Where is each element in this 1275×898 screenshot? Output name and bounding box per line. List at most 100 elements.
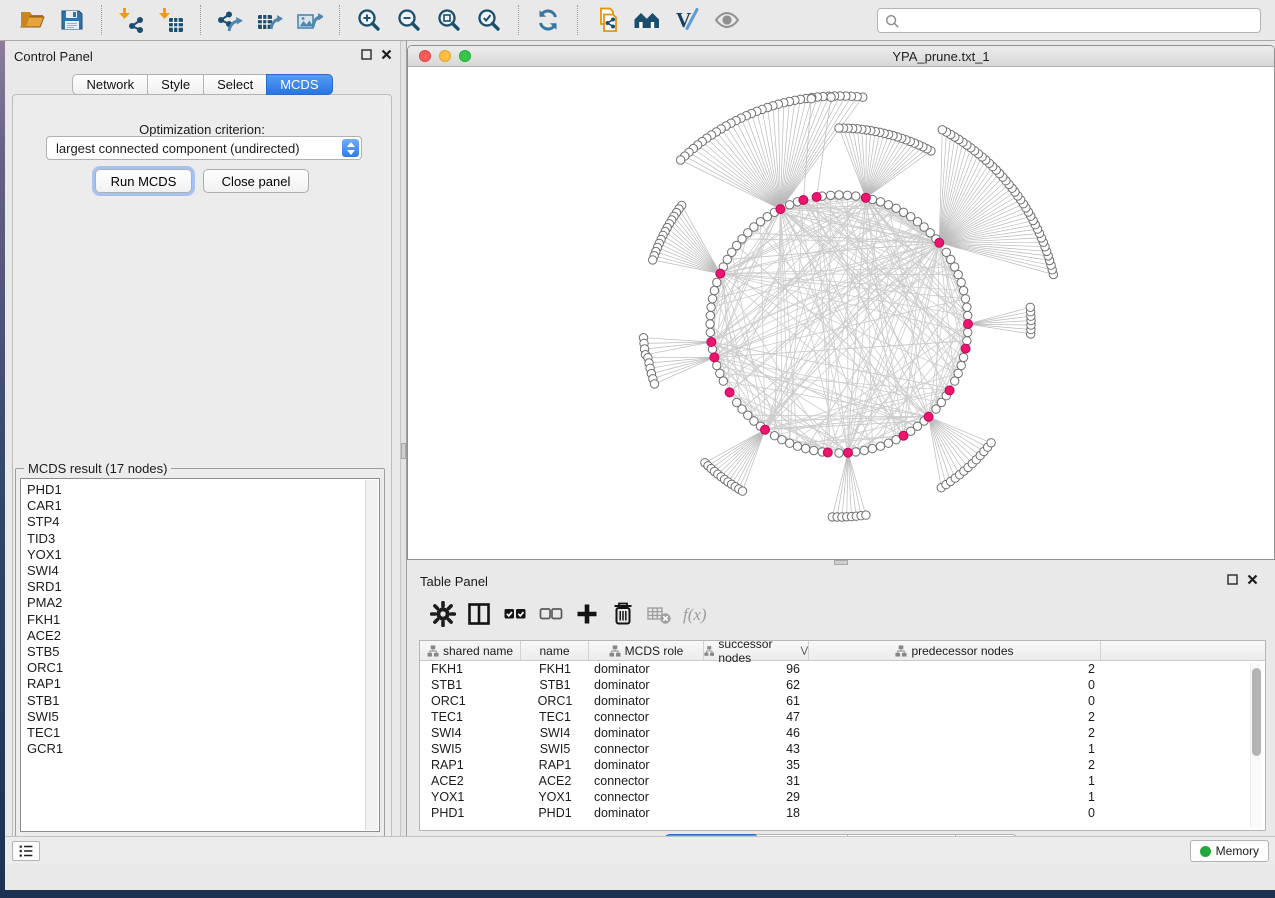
- vizmap-icon[interactable]: V: [671, 4, 703, 36]
- toolbar-separator: [200, 5, 201, 35]
- svg-text:f(x): f(x): [683, 605, 707, 624]
- tab-select[interactable]: Select: [203, 74, 267, 95]
- tab-mcds[interactable]: MCDS: [266, 74, 332, 95]
- zoom-fit-icon[interactable]: [433, 4, 465, 36]
- table-row[interactable]: PHD1PHD1dominator180: [420, 805, 1265, 821]
- eye-icon: [711, 4, 743, 36]
- float-icon[interactable]: [1227, 574, 1238, 585]
- import-network-icon[interactable]: [115, 4, 147, 36]
- zoom-out-icon[interactable]: [393, 4, 425, 36]
- save-icon[interactable]: [56, 4, 88, 36]
- search-box[interactable]: [877, 8, 1261, 33]
- table-row[interactable]: YOX1YOX1connector291: [420, 789, 1265, 805]
- mcds-list-scrollbar[interactable]: [365, 480, 378, 830]
- deselect-all-icon[interactable]: [533, 598, 569, 630]
- select-all-icon[interactable]: [497, 598, 533, 630]
- vertical-splitter[interactable]: [400, 41, 407, 862]
- add-icon[interactable]: [569, 598, 605, 630]
- column-header-MCDS-role[interactable]: MCDS role: [589, 641, 704, 660]
- cell-successor-nodes: 47: [704, 709, 809, 725]
- tab-style[interactable]: Style: [147, 74, 204, 95]
- home-icon[interactable]: [631, 4, 663, 36]
- mcds-result-item[interactable]: SWI4: [27, 563, 379, 579]
- horizontal-splitter-handle[interactable]: [834, 560, 848, 565]
- control-panel-title: Control Panel: [14, 49, 93, 64]
- mcds-result-item[interactable]: FKH1: [27, 612, 379, 628]
- close-icon[interactable]: [381, 49, 392, 60]
- mcds-result-item[interactable]: STB5: [27, 644, 379, 660]
- close-panel-button[interactable]: Close panel: [203, 169, 309, 193]
- import-table-icon[interactable]: [155, 4, 187, 36]
- run-mcds-button[interactable]: Run MCDS: [95, 169, 192, 193]
- table-row[interactable]: RAP1RAP1dominator352: [420, 757, 1265, 773]
- mcds-result-item[interactable]: SRD1: [27, 579, 379, 595]
- cell-predecessor-nodes: 1: [809, 789, 1101, 805]
- network-canvas[interactable]: [408, 67, 1275, 560]
- node-table: shared namenameMCDS rolesuccessor nodes⋁…: [419, 640, 1266, 831]
- mcds-result-item[interactable]: ACE2: [27, 628, 379, 644]
- close-icon[interactable]: [1247, 574, 1258, 585]
- cell-shared-name: PHD1: [420, 805, 521, 821]
- table-row[interactable]: TEC1TEC1connector472: [420, 709, 1265, 725]
- table-row[interactable]: SWI4SWI4dominator462: [420, 725, 1265, 741]
- refresh-icon[interactable]: [532, 4, 564, 36]
- search-input[interactable]: [904, 12, 1254, 29]
- column-header-shared-name[interactable]: shared name: [420, 641, 521, 660]
- mcds-result-item[interactable]: RAP1: [27, 676, 379, 692]
- table-row[interactable]: FKH1FKH1dominator962: [420, 661, 1265, 677]
- memory-button[interactable]: Memory: [1190, 840, 1269, 862]
- table-row[interactable]: STB1STB1dominator620: [420, 677, 1265, 693]
- export-network-icon[interactable]: [214, 4, 246, 36]
- control-panel-tabs: NetworkStyleSelectMCDS: [5, 74, 400, 95]
- zoom-selected-icon[interactable]: [473, 4, 505, 36]
- mcds-tab-content: Optimization criterion: largest connecte…: [12, 94, 392, 849]
- export-table-icon[interactable]: [254, 4, 286, 36]
- sort-desc-icon: ⋁: [801, 645, 808, 656]
- table-row[interactable]: ACE2ACE2connector311: [420, 773, 1265, 789]
- open-icon[interactable]: [16, 4, 48, 36]
- cell-name: ORC1: [521, 693, 589, 709]
- cell-MCDS-role: dominator: [589, 693, 704, 709]
- column-header-predecessor-nodes[interactable]: predecessor nodes: [809, 641, 1101, 660]
- document-share-icon[interactable]: [591, 4, 623, 36]
- mcds-result-item[interactable]: STP4: [27, 514, 379, 530]
- mcds-result-item[interactable]: YOX1: [27, 547, 379, 563]
- criterion-select[interactable]: largest connected component (undirected): [46, 136, 362, 160]
- tab-network[interactable]: Network: [72, 74, 148, 95]
- zoom-in-icon[interactable]: [353, 4, 385, 36]
- mcds-result-item[interactable]: STB1: [27, 693, 379, 709]
- gear-icon[interactable]: [425, 598, 461, 630]
- export-image-icon[interactable]: [294, 4, 326, 36]
- cell-MCDS-role: connector: [589, 773, 704, 789]
- columns-icon[interactable]: [461, 598, 497, 630]
- minimize-window-icon[interactable]: [439, 50, 451, 62]
- mcds-result-item[interactable]: PMA2: [27, 595, 379, 611]
- table-body: FKH1FKH1dominator962STB1STB1dominator620…: [420, 661, 1265, 821]
- mcds-result-item[interactable]: SWI5: [27, 709, 379, 725]
- mcds-result-item[interactable]: PHD1: [27, 482, 379, 498]
- table-row[interactable]: ORC1ORC1dominator610: [420, 693, 1265, 709]
- maximize-window-icon[interactable]: [459, 50, 471, 62]
- mcds-result-list: PHD1CAR1STP4TID3YOX1SWI4SRD1PMA2FKH1ACE2…: [20, 478, 380, 832]
- column-header-successor-nodes[interactable]: successor nodes⋁: [704, 641, 809, 660]
- table-row[interactable]: SWI5SWI5connector431: [420, 741, 1265, 757]
- table-scrollbar[interactable]: [1250, 663, 1262, 827]
- delete-icon[interactable]: [605, 598, 641, 630]
- criterion-select-value: largest connected component (undirected): [56, 141, 300, 156]
- column-header-name[interactable]: name: [521, 641, 589, 660]
- vertical-splitter-handle[interactable]: [401, 443, 406, 459]
- mcds-result-item[interactable]: TID3: [27, 531, 379, 547]
- mcds-result-item[interactable]: CAR1: [27, 498, 379, 514]
- mcds-result-item[interactable]: GCR1: [27, 741, 379, 757]
- cell-shared-name: ACE2: [420, 773, 521, 789]
- cell-shared-name: ORC1: [420, 693, 521, 709]
- toolbar-separator: [518, 5, 519, 35]
- mcds-result-item[interactable]: ORC1: [27, 660, 379, 676]
- table-scrollbar-thumb[interactable]: [1252, 668, 1261, 756]
- float-icon[interactable]: [361, 49, 372, 60]
- cell-predecessor-nodes: 1: [809, 773, 1101, 789]
- mcds-result-item[interactable]: TEC1: [27, 725, 379, 741]
- task-history-button[interactable]: [12, 841, 40, 861]
- close-window-icon[interactable]: [419, 50, 431, 62]
- cell-name: YOX1: [521, 789, 589, 805]
